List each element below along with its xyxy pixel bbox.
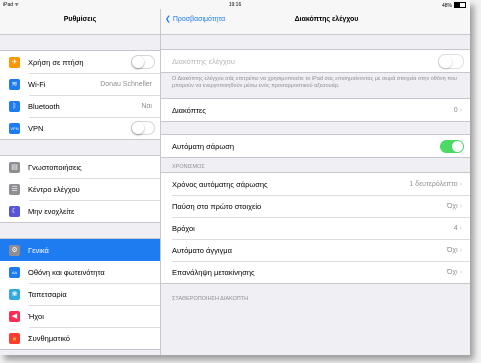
timing-row-label: Αυτόματο άγγιγμα [172, 245, 232, 255]
control-center-icon: ☰ [9, 183, 20, 195]
switches-label: Διακόπτες [172, 105, 206, 115]
switches-group: Διακόπτες 0 › [161, 98, 470, 122]
timing-row-value: 4 [453, 224, 458, 232]
sidebar-group: ⚙ Γενικά AA Οθόνη και φωτεινότητα ❀ Ταπετσαρί… [0, 238, 160, 350]
sidebar-item-label: Bluetooth [28, 101, 60, 111]
auto-scan-label: Αυτόματη σάρωση [172, 141, 234, 151]
chevron-right-icon: › [459, 202, 462, 210]
wallpaper-icon: ❀ [9, 288, 20, 300]
stabilization-section-header: ΣΤΑΘΕΡΟΠΟΙΗΣΗ ΔΙΑΚΟΠΤΗ [172, 296, 249, 302]
sidebar-item[interactable]: ☰ Κέντρο ελέγχου [0, 178, 160, 200]
sidebar-item-label: Χρήση σε πτήση [28, 57, 84, 67]
timing-row-value: Όχι [447, 202, 458, 210]
ipad-screen: iPad ᯤ 19:16 48% Ρυθμίσεις ✈ Χρήση σε πτή… [0, 0, 470, 355]
timing-group: Χρόνος αυτόματης σάρωσης 1 δευτερόλεπτο › Π… [161, 172, 470, 284]
display-icon: AA [9, 266, 20, 278]
do-not-disturb-icon: ☾ [9, 205, 20, 217]
sidebar-item-label: Γενικά [28, 245, 49, 255]
sidebar-item[interactable]: VPN VPN [0, 117, 160, 139]
vpn-icon: VPN [9, 122, 20, 134]
wifi-icon: ≋ [9, 78, 20, 90]
airplane-icon: ✈ [9, 56, 20, 68]
timing-row[interactable]: Παύση στο πρώτο στοιχείο Όχι › [161, 195, 470, 217]
gear-icon: ⚙ [9, 244, 20, 256]
timing-row-value: 1 δευτερόλεπτο [409, 180, 458, 188]
sidebar-item-toggle[interactable] [131, 121, 155, 135]
sidebar-item[interactable]: ▤ Γνωστοποιήσεις [0, 156, 160, 178]
sidebar-item[interactable]: ❀ Ταπετσαρία [0, 283, 160, 305]
sidebar-item-label: Ταπετσαρία [28, 289, 67, 299]
notifications-icon: ▤ [9, 161, 20, 173]
switch-control-toggle[interactable] [438, 53, 464, 69]
chevron-right-icon: › [459, 246, 462, 254]
switches-value: 0 [453, 106, 458, 114]
timing-row-label: Χρόνος αυτόματης σάρωσης [172, 179, 268, 189]
auto-scan-toggle[interactable] [440, 139, 464, 153]
status-bar: iPad ᯤ 19:16 48% [0, 0, 470, 9]
status-time: 19:16 [228, 2, 242, 8]
timing-row-label: Επανάληψη μετακίνησης [172, 267, 255, 277]
sidebar-item[interactable]: 🔒 Συνθηματικό [0, 327, 160, 349]
auto-scan-row[interactable]: Αυτόματη σάρωση [161, 135, 470, 157]
switch-control-row[interactable]: Διακόπτης ελέγχου [161, 50, 470, 72]
sidebar-item-value: Ναι [141, 102, 152, 110]
page-title: Διακόπτης ελέγχου [294, 16, 359, 23]
switch-control-group: Διακόπτης ελέγχου [161, 49, 470, 73]
lock-icon: 🔒 [9, 332, 20, 344]
timing-row[interactable]: Αυτόματο άγγιγμα Όχι › [161, 239, 470, 261]
sidebar-item-label: Οθόνη και φωτεινότητα [28, 267, 105, 277]
sidebar-item-label: Γνωστοποιήσεις [28, 162, 82, 172]
sidebar-item-label: Συνθηματικό [28, 333, 70, 343]
sidebar-item[interactable]: ◀ Ήχοι [0, 305, 160, 327]
sidebar-group: ▤ Γνωστοποιήσεις ☰ Κέντρο ελέγχου ☾ Μην ενοχλ… [0, 155, 160, 223]
sidebar-item-label: Wi-Fi [28, 79, 46, 89]
switch-control-note: Ο Διακόπτης ελέγχου σάς επιτρέπει να χρη… [172, 76, 458, 89]
chevron-right-icon: › [459, 180, 462, 188]
sidebar-item-label: Μην ενοχλείτε [28, 206, 75, 216]
battery-icon [454, 2, 466, 8]
timing-row-label: Βρόχοι [172, 223, 195, 233]
sidebar-title: Ρυθμίσεις [0, 9, 160, 35]
switch-control-label: Διακόπτης ελέγχου [172, 56, 235, 66]
sidebar-item-label: Ήχοι [28, 311, 44, 321]
sidebar-item[interactable]: ᛒ Bluetooth Ναι [0, 95, 160, 117]
sidebar-item[interactable]: ⚙ Γενικά [0, 239, 160, 261]
timing-row-value: Όχι [447, 268, 458, 276]
sidebar-item[interactable]: ≋ Wi-Fi Donau Schneller [0, 73, 160, 95]
sidebar-item-label: Κέντρο ελέγχου [28, 184, 80, 194]
chevron-right-icon: › [459, 106, 462, 114]
sidebar-item[interactable]: ✈ Χρήση σε πτήση [0, 51, 160, 73]
sidebar-item-label: VPN [28, 123, 44, 133]
timing-row-label: Παύση στο πρώτο στοιχείο [172, 201, 262, 211]
switches-row[interactable]: Διακόπτες 0 › [161, 99, 470, 121]
sounds-icon: ◀ [9, 310, 20, 322]
sidebar-group: ✈ Χρήση σε πτήση ≋ Wi-Fi Donau Schneller ᛒ Blu… [0, 50, 160, 140]
timing-row[interactable]: Επανάληψη μετακίνησης Όχι › [161, 261, 470, 283]
timing-section-header: ΧΡΟΝΙΣΜΟΣ [172, 164, 205, 170]
chevron-right-icon: › [459, 224, 462, 232]
detail-pane: ❮ Προσβασιμότητα Διακόπτης ελέγχου Διακό… [161, 9, 470, 355]
settings-sidebar: Ρυθμίσεις ✈ Χρήση σε πτήση ≋ Wi-Fi Donau Sch… [0, 9, 161, 355]
sidebar-item-value: Donau Schneller [100, 80, 152, 88]
timing-row[interactable]: Βρόχοι 4 › [161, 217, 470, 239]
auto-scan-group: Αυτόματη σάρωση [161, 134, 470, 158]
bluetooth-icon: ᛒ [9, 100, 20, 112]
timing-row-value: Όχι [447, 246, 458, 254]
battery-indicator: 48% [442, 2, 466, 9]
sidebar-item[interactable]: ☾ Μην ενοχλείτε [0, 200, 160, 222]
sidebar-item[interactable]: AA Οθόνη και φωτεινότητα [0, 261, 160, 283]
chevron-right-icon: › [459, 268, 462, 276]
sidebar-item-toggle[interactable] [131, 55, 155, 69]
nav-bar: ❮ Προσβασιμότητα Διακόπτης ελέγχου [161, 9, 470, 35]
timing-row[interactable]: Χρόνος αυτόματης σάρωσης 1 δευτερόλεπτο › [161, 173, 470, 195]
